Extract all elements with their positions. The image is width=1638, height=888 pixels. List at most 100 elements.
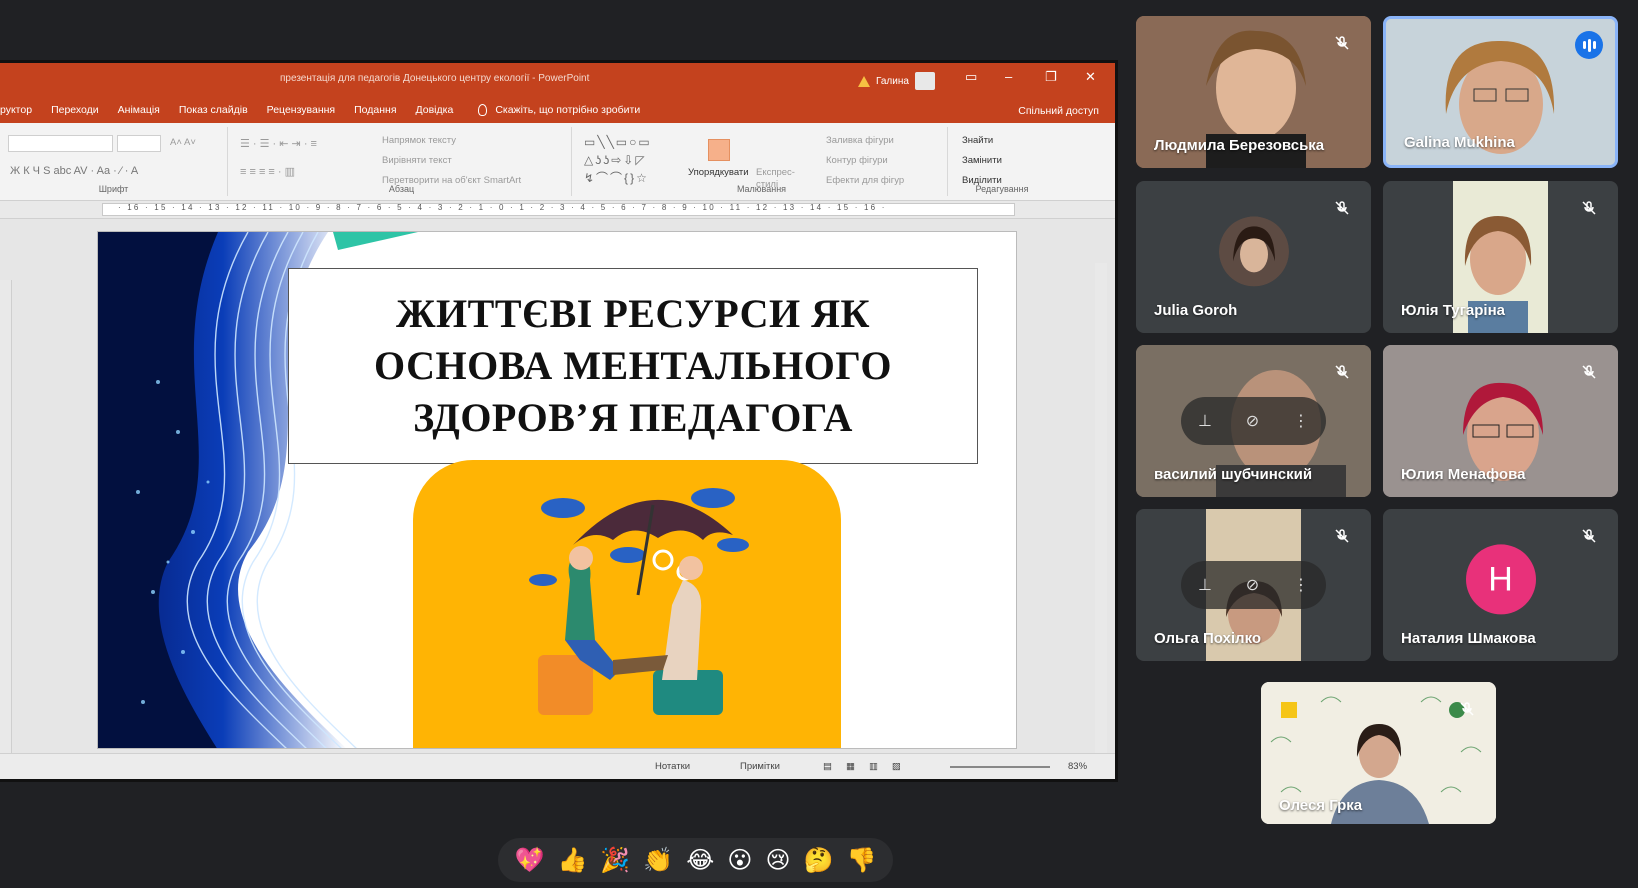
heart-reaction-icon[interactable]: 💖	[515, 846, 545, 875]
participant-tile[interactable]: Юлия Менафова	[1383, 345, 1618, 497]
tab-view[interactable]: Подання	[354, 104, 396, 116]
view-buttons[interactable]: ▤▦▥▨	[823, 761, 915, 772]
font-group-label: Шрифт	[98, 184, 129, 194]
align-icons[interactable]: ≡ ≡ ≡ ≡ · ▥	[240, 165, 295, 178]
drawing-group-label: Малювання	[736, 184, 787, 194]
font-format-icons[interactable]: Ж К Ч S abc AV · Aa · ⁄ · A	[10, 165, 138, 177]
shapes-gallery[interactable]: ▭╲╲▭○▭ △ʖʖ⇨⇩◸ ↯⌒⌒{}☆	[584, 133, 652, 187]
zoom-slider[interactable]	[950, 766, 1050, 768]
paragraph-group-label: Абзац	[388, 184, 415, 194]
surprised-reaction-icon[interactable]: 😮	[727, 846, 752, 875]
tell-me-search[interactable]: Скажіть, що потрібно зробити	[478, 103, 641, 116]
pin-icon[interactable]: ⊥	[1198, 575, 1212, 595]
comments-button[interactable]: Примітки	[740, 761, 780, 772]
user-avatar-icon	[914, 72, 935, 90]
restore-icon[interactable]: ❐	[1045, 69, 1057, 85]
participant-tile[interactable]: Людмила Березовська	[1136, 16, 1371, 168]
slide-title-line-1: ЖИТТЄВІ РЕСУРСИ ЯК	[395, 291, 871, 336]
font-size-select[interactable]	[117, 135, 161, 152]
drawing-group: ▭╲╲▭○▭ △ʖʖ⇨⇩◸ ↯⌒⌒{}☆ Упорядкувати Експрес-…	[576, 127, 948, 196]
replace-button[interactable]: Замінити	[962, 155, 1002, 166]
slide-title: ЖИТТЄВІ РЕСУРСИ ЯК ОСНОВА МЕНТАЛЬНОГО ЗД…	[374, 288, 892, 444]
thinking-reaction-icon[interactable]: 🤔	[804, 846, 834, 875]
participant-tile[interactable]: Юлія Тугаріна	[1383, 181, 1618, 333]
font-group: A˄ A˅ Ж К Ч S abc AV · Aa · ⁄ · A Шрифт	[0, 127, 228, 196]
more-options-icon[interactable]: ⋮	[1293, 575, 1309, 595]
font-name-select[interactable]	[8, 135, 113, 152]
text-direction-button[interactable]: Напрямок тексту	[382, 135, 456, 146]
ribbon: A˄ A˅ Ж К Ч S abc AV · Aa · ⁄ · A Шрифт …	[0, 123, 1115, 201]
participant-name: Galina Mukhina	[1404, 134, 1515, 151]
tab-help[interactable]: Довідка	[416, 104, 454, 116]
participant-tile[interactable]: Julia Goroh	[1136, 181, 1371, 333]
tab-review[interactable]: Рецензування	[267, 104, 335, 116]
tab-slideshow[interactable]: Показ слайдів	[179, 104, 248, 116]
pin-icon[interactable]: ⊥	[1198, 411, 1212, 431]
zoom-level[interactable]: 83%	[1068, 761, 1087, 772]
party-reaction-icon[interactable]: 🎉	[600, 846, 630, 875]
mic-off-icon	[1329, 30, 1355, 56]
participant-name: василий шубчинский	[1154, 466, 1313, 483]
tab-transitions[interactable]: Переходи	[51, 104, 99, 116]
ribbon-tabs: руктор Переходи Анімація Показ слайдів Р…	[0, 96, 1115, 123]
tab-animations[interactable]: Анімація	[118, 104, 160, 116]
lightbulb-icon	[478, 103, 488, 116]
user-account[interactable]: Галина	[858, 72, 935, 90]
tile-hover-controls: ⊥ ⊘ ⋮	[1181, 397, 1326, 445]
participant-name: Юлия Менафова	[1401, 466, 1526, 483]
slide-canvas[interactable]: ЖИТТЄВІ РЕСУРСИ ЯК ОСНОВА МЕНТАЛЬНОГО ЗД…	[97, 231, 1017, 749]
horizontal-ruler: · 16 · 15 · 14 · 13 · 12 · 11 · 10 · 9 ·…	[0, 201, 1115, 219]
notes-button[interactable]: Нотатки	[655, 761, 690, 772]
vertical-scrollbar[interactable]	[1095, 263, 1107, 779]
participant-tile[interactable]: Олеся Грка	[1261, 682, 1496, 824]
thumbs-up-reaction-icon[interactable]: 👍	[557, 846, 587, 875]
align-text-button[interactable]: Вирівняти текст	[382, 155, 452, 166]
participant-name: Олеся Грка	[1279, 797, 1363, 814]
mic-off-icon	[1329, 523, 1355, 549]
mute-participant-icon[interactable]: ⊘	[1246, 411, 1259, 431]
find-button[interactable]: Знайти	[962, 135, 993, 146]
mic-off-icon	[1576, 359, 1602, 385]
participant-tile[interactable]: ⊥ ⊘ ⋮ василий шубчинский	[1136, 345, 1371, 497]
umbrella-illustration[interactable]	[413, 460, 841, 748]
user-name: Галина	[876, 75, 909, 87]
font-grow-icon[interactable]: A˄ A˅	[170, 137, 196, 148]
mic-off-icon	[1576, 523, 1602, 549]
shape-outline-button[interactable]: Контур фігури	[826, 155, 888, 166]
arrange-button[interactable]: Упорядкувати	[688, 167, 749, 178]
more-options-icon[interactable]: ⋮	[1293, 411, 1309, 431]
shape-fill-button[interactable]: Заливка фігури	[826, 135, 894, 146]
participant-name: Людмила Березовська	[1154, 137, 1325, 154]
participant-tile[interactable]: ⊥ ⊘ ⋮ Ольга Похілко	[1136, 509, 1371, 661]
mute-participant-icon[interactable]: ⊘	[1246, 575, 1259, 595]
sad-reaction-icon[interactable]: 😢	[765, 846, 790, 875]
status-bar: Нотатки Примітки ▤▦▥▨ 83%	[0, 753, 1115, 779]
slide-title-line-2: ОСНОВА МЕНТАЛЬНОГО	[374, 343, 892, 388]
close-icon[interactable]: ✕	[1085, 69, 1096, 85]
slide-title-box[interactable]: ЖИТТЄВІ РЕСУРСИ ЯК ОСНОВА МЕНТАЛЬНОГО ЗД…	[288, 268, 978, 464]
participant-tile-active-speaker[interactable]: Galina Mukhina	[1383, 16, 1618, 168]
mic-off-icon	[1329, 359, 1355, 385]
mic-off-icon	[1454, 696, 1480, 722]
people-umbrella-graphic	[529, 488, 749, 715]
speaking-indicator-icon	[1575, 31, 1603, 59]
document-title: презентація для педагогів Донецького цен…	[280, 73, 590, 84]
participant-tile[interactable]: Н Наталия Шмакова	[1383, 509, 1618, 661]
tell-me-label: Скажіть, що потрібно зробити	[495, 103, 641, 116]
clap-reaction-icon[interactable]: 👏	[643, 846, 673, 875]
share-button[interactable]: Спільний доступ	[1018, 105, 1099, 117]
ribbon-display-icon[interactable]: ▭	[965, 69, 977, 85]
participant-name: Наталия Шмакова	[1401, 630, 1536, 647]
tab-design[interactable]: руктор	[0, 104, 32, 116]
thumbs-down-reaction-icon[interactable]: 👎	[846, 846, 876, 875]
participant-name: Julia Goroh	[1154, 302, 1238, 319]
tile-hover-controls: ⊥ ⊘ ⋮	[1181, 561, 1326, 609]
participant-name: Ольга Похілко	[1154, 630, 1262, 647]
vertical-ruler	[0, 280, 12, 779]
list-icons[interactable]: ☰ · ☰ · ⇤ ⇥ · ≡	[240, 137, 317, 150]
mic-off-icon	[1329, 195, 1355, 221]
mic-off-icon	[1576, 195, 1602, 221]
laugh-reaction-icon[interactable]: 😂	[686, 846, 714, 875]
participant-avatar	[1218, 216, 1289, 287]
minimize-icon[interactable]: –	[1005, 69, 1012, 84]
